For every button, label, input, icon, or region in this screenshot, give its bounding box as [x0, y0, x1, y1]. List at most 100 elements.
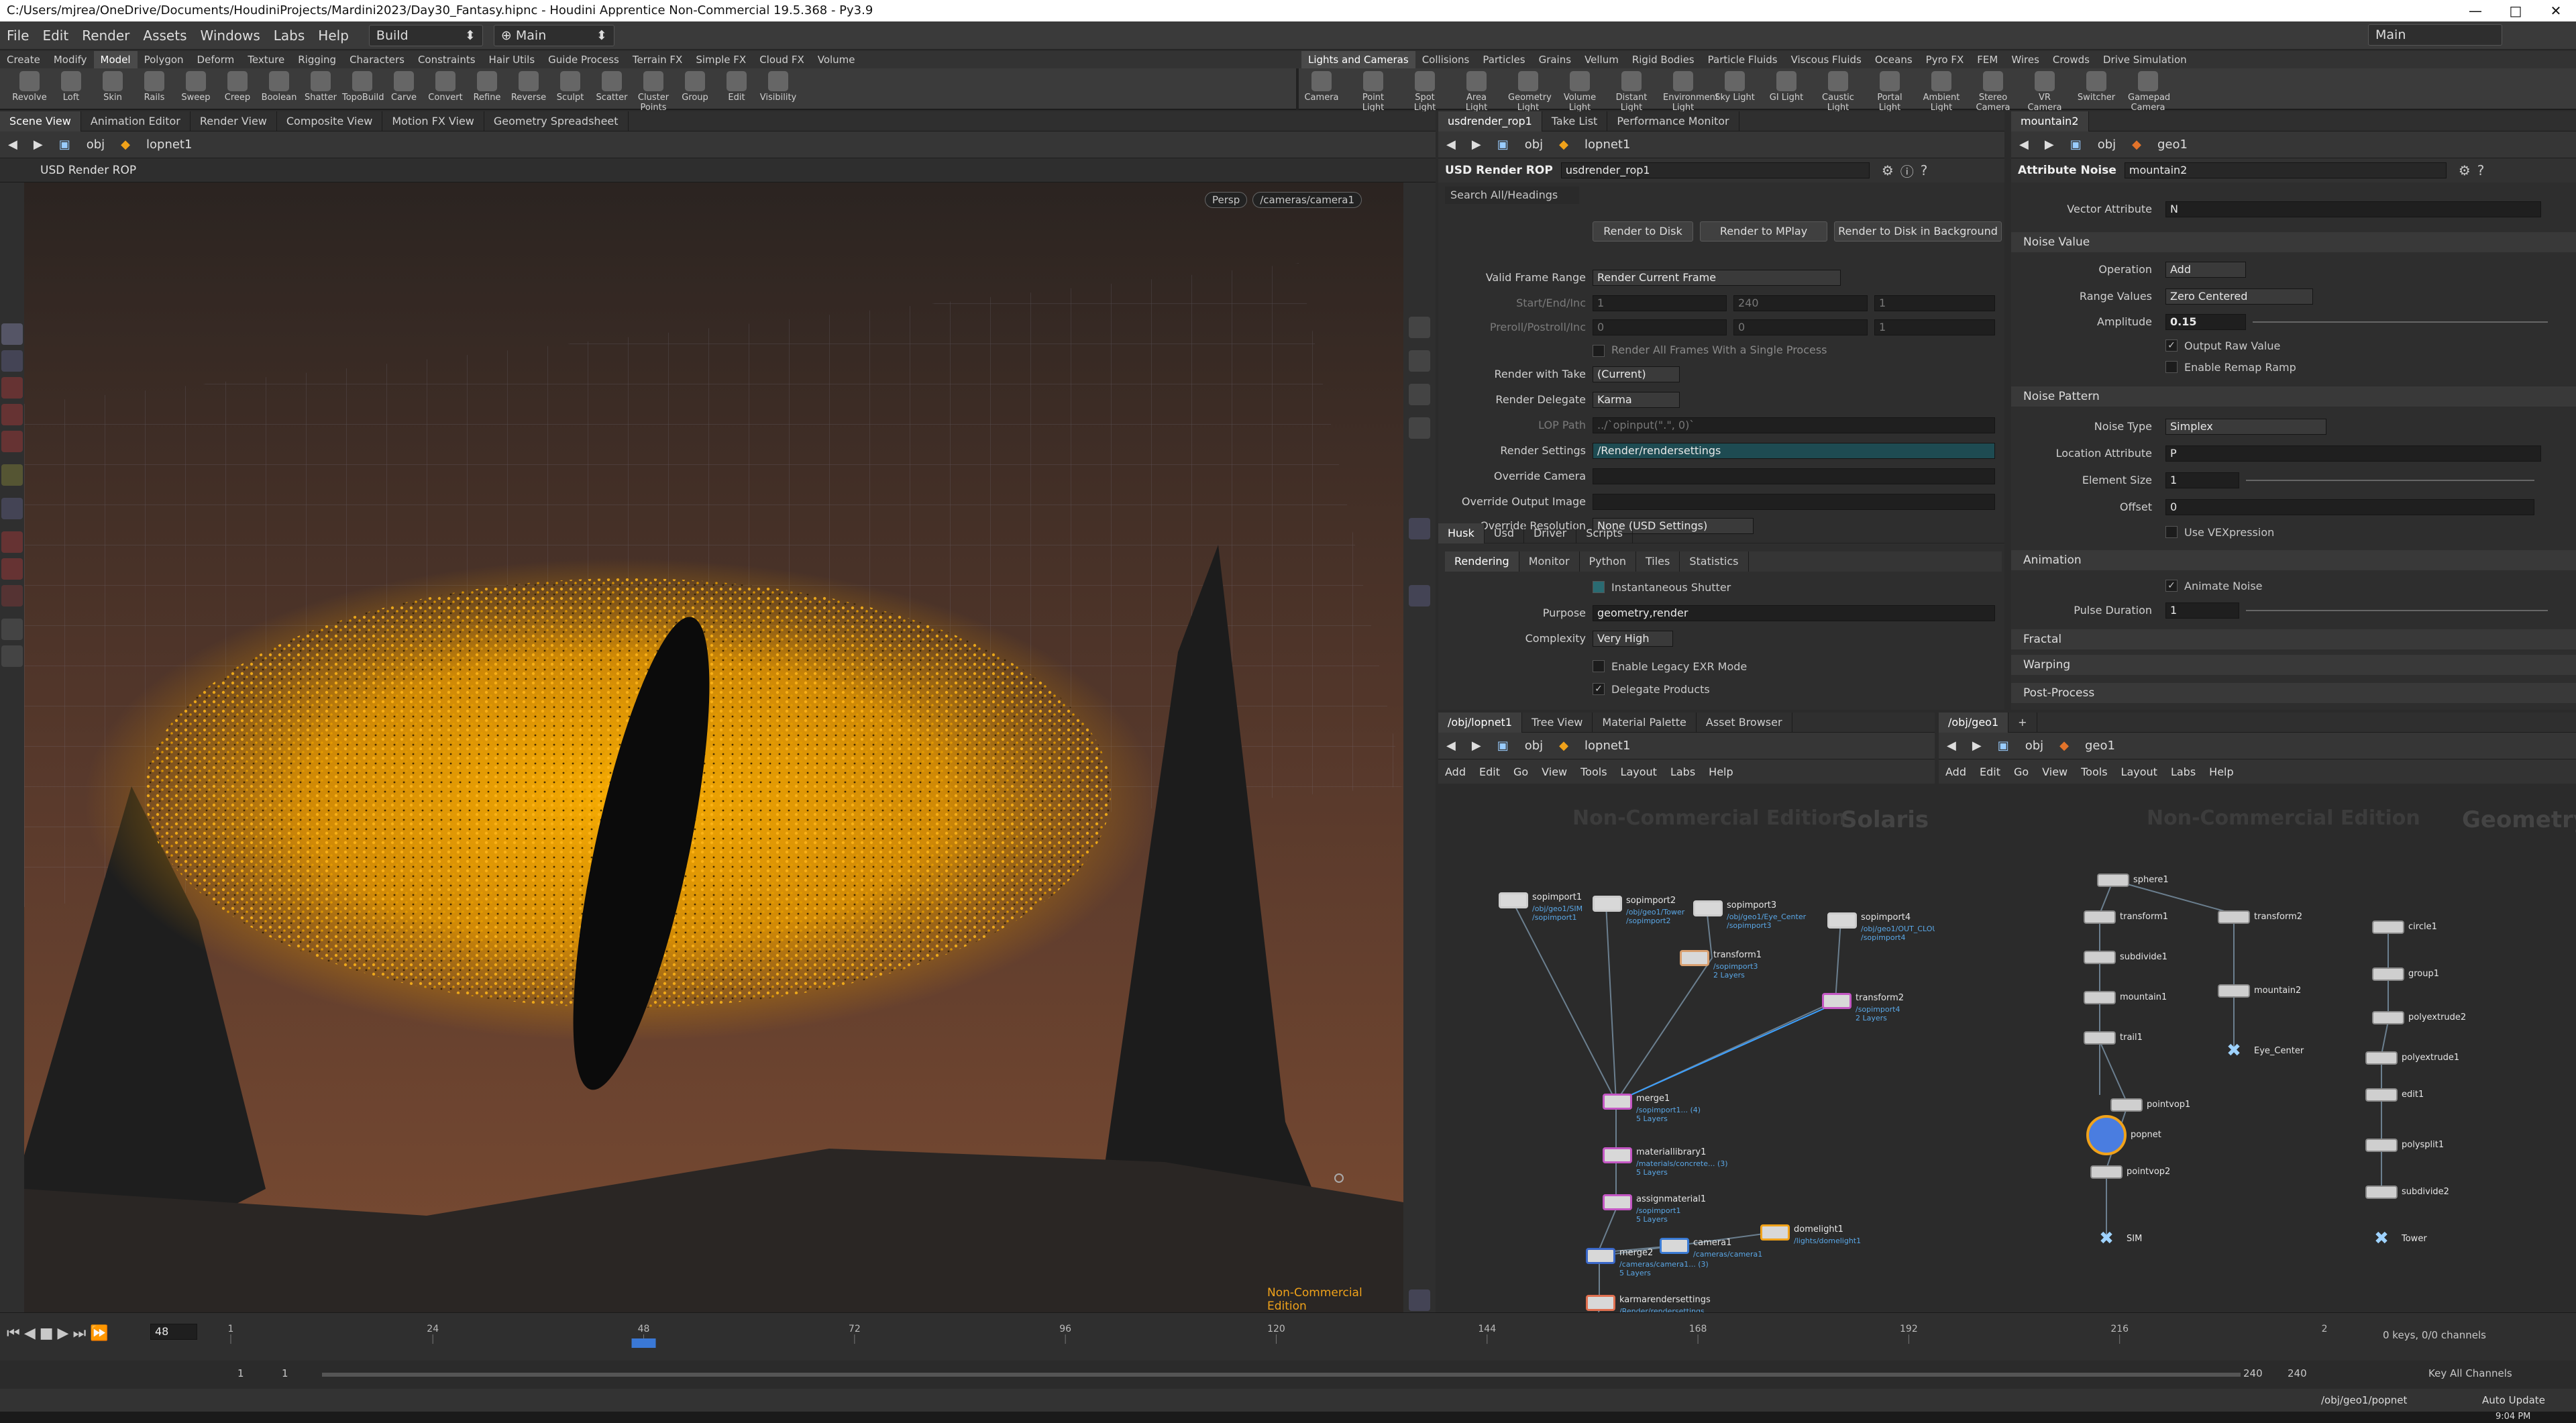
param-field-render-with-take[interactable]: (Current) [1593, 366, 1680, 382]
geo-node-pointvop1[interactable] [2110, 1098, 2143, 1112]
shelf-tab-vellum[interactable]: Vellum [1578, 51, 1625, 68]
shelf-tab-particles[interactable]: Particles [1476, 51, 1532, 68]
tab-render-view[interactable]: Render View [191, 111, 277, 131]
shelf-tab-oceans[interactable]: Oceans [1868, 51, 1919, 68]
snap-grid-icon[interactable] [1, 498, 23, 519]
vexpression-checkbox[interactable] [2165, 526, 2178, 538]
tab-animation-editor[interactable]: Animation Editor [81, 111, 191, 131]
menu-file[interactable]: File [0, 28, 36, 44]
path-root[interactable]: obj [2017, 739, 2051, 753]
shelf-tool-sky-light[interactable]: Sky Light [1715, 70, 1755, 103]
help-icon[interactable]: ? [2477, 162, 2485, 178]
shelf-tool-topobuild[interactable]: TopoBuild [342, 70, 384, 103]
section-noise-value[interactable]: Noise Value [2011, 232, 2576, 252]
subtab-rendering[interactable]: Rendering [1445, 551, 1519, 572]
amplitude-slider[interactable] [2253, 321, 2548, 323]
lop-node-transform1[interactable] [1680, 950, 1709, 966]
shelf-tab-terrain-fx[interactable]: Terrain FX [626, 51, 689, 68]
shelf-tool-creep[interactable]: Creep [217, 70, 258, 103]
shelf-tab-characters[interactable]: Characters [343, 51, 411, 68]
range-start-field[interactable]: 1 [237, 1367, 244, 1379]
geo-node-mountain2[interactable] [2218, 984, 2250, 998]
range-end-field[interactable]: 240 [2243, 1367, 2263, 1379]
shelf-tool-carve[interactable]: Carve [384, 70, 424, 103]
magnet-icon[interactable] [1, 585, 23, 607]
rotate-tool-icon[interactable] [1, 404, 23, 425]
shelf-tool-environment-light[interactable]: Environment Light [1663, 70, 1719, 113]
complexity-dropdown[interactable]: Very High [1593, 631, 1673, 647]
output-raw-checkbox[interactable]: ✓ [2165, 339, 2178, 352]
ghost-icon[interactable] [1409, 350, 1430, 372]
shelf-tool-sculpt[interactable]: Sculpt [550, 70, 590, 103]
tab-scene-view[interactable]: Scene View [0, 111, 81, 131]
tab-mountain2[interactable]: mountain2 [2011, 111, 2089, 131]
pulse-duration-field[interactable]: 1 [2165, 602, 2239, 619]
shelf-tool-vr-camera[interactable]: VR Camera [2025, 70, 2065, 113]
lop-node-camera1[interactable] [1660, 1238, 1689, 1254]
shelf-tool-group[interactable]: Group [675, 70, 715, 103]
shelf-tab-constraints[interactable]: Constraints [411, 51, 482, 68]
forward-arrow-icon[interactable]: ▶ [1464, 138, 1489, 152]
shelf-tool-portal-light[interactable]: Portal Light [1870, 70, 1910, 113]
render-to-mplay-button[interactable]: Render to MPlay [1700, 221, 1827, 242]
geo-node-trail1[interactable] [2084, 1031, 2116, 1045]
shelf-tab-pyro-fx[interactable]: Pyro FX [1919, 51, 1971, 68]
tab-tree-view[interactable]: Tree View [1522, 713, 1593, 733]
shelf-tab-hair-utils[interactable]: Hair Utils [482, 51, 542, 68]
snap-curve-icon[interactable] [1, 558, 23, 580]
tab-obj-geo1[interactable]: /obj/geo1 [1939, 713, 2009, 733]
shelf-tab-lights-and-cameras[interactable]: Lights and Cameras [1301, 51, 1415, 68]
shelf-tool-revolve[interactable]: Revolve [9, 70, 50, 103]
shelf-tool-gi-light[interactable]: GI Light [1766, 70, 1807, 103]
subtab-python[interactable]: Python [1580, 551, 1636, 572]
vector-attr-field[interactable]: N [2165, 201, 2541, 217]
menu-labs[interactable]: Labs [267, 28, 312, 44]
stats-icon[interactable] [1409, 518, 1430, 539]
shelf-tool-point-light[interactable]: Point Light [1353, 70, 1393, 113]
timeline-ruler[interactable]: 1 24 48 72 96 120 144 168 192 216 240 [228, 1320, 2339, 1353]
net-menu-go[interactable]: Go [2007, 766, 2035, 778]
path-node[interactable]: geo1 [2077, 739, 2123, 753]
forward-arrow-icon[interactable]: ▶ [1964, 739, 1990, 753]
net-menu-go[interactable]: Go [1507, 766, 1535, 778]
shelf-tool-scatter[interactable]: Scatter [592, 70, 632, 103]
shelf-tab-wires[interactable]: Wires [2004, 51, 2046, 68]
single-process-checkbox[interactable] [1593, 345, 1605, 357]
back-arrow-icon[interactable]: ◀ [1438, 739, 1464, 753]
step-back-icon[interactable]: ◀ [24, 1325, 36, 1342]
path-root[interactable]: obj [2090, 138, 2124, 152]
auto-update-button[interactable]: Auto Update [2482, 1394, 2545, 1406]
param-field-override-camera[interactable] [1593, 468, 1995, 484]
geo-node-subdivide1[interactable] [2084, 951, 2116, 964]
shading-icon[interactable] [1409, 417, 1430, 439]
current-frame-field[interactable]: 48 [150, 1324, 197, 1340]
param-field-lop-path[interactable]: ../`opinput(".", 0)` [1593, 417, 1995, 433]
geo-node-polyextrude1[interactable] [2365, 1051, 2398, 1065]
shelf-tool-visibility[interactable]: Visibility [758, 70, 798, 103]
lop-node-materiallibrary1[interactable] [1603, 1147, 1632, 1163]
shelf-tab-viscous-fluids[interactable]: Viscous Fluids [1784, 51, 1868, 68]
shelf-tab-collisions[interactable]: Collisions [1415, 51, 1477, 68]
perspective-dropdown[interactable]: Persp [1205, 192, 1248, 208]
net-menu-add[interactable]: Add [1438, 766, 1472, 778]
geo-node-group1[interactable] [2372, 967, 2404, 981]
lop-node-sopimport3[interactable] [1693, 900, 1723, 916]
net-menu-edit[interactable]: Edit [1973, 766, 2007, 778]
right-desktop-dropdown[interactable]: Main [2368, 24, 2502, 46]
shelf-tool-edit[interactable]: Edit [716, 70, 757, 103]
net-menu-view[interactable]: View [2035, 766, 2074, 778]
net-menu-tools[interactable]: Tools [2074, 766, 2114, 778]
context-dropdown[interactable]: ⊕ Main ⬍ [493, 24, 614, 46]
lop-node-merge1[interactable] [1603, 1094, 1632, 1110]
handle-tool-icon[interactable] [1, 377, 23, 399]
back-arrow-icon[interactable]: ◀ [1939, 739, 1964, 753]
question-icon[interactable]: ? [1921, 162, 1928, 178]
back-arrow-icon[interactable]: ◀ [1438, 138, 1464, 152]
lop-node-domelight1[interactable] [1760, 1224, 1790, 1241]
help-icon[interactable]: ⓘ [1900, 161, 1914, 180]
geo-node-pointvop2[interactable] [2090, 1165, 2123, 1179]
node-name-field[interactable]: usdrender_rop1 [1560, 162, 1870, 178]
geo-node-eye-center[interactable]: ✖ [2224, 1042, 2243, 1061]
lop-node-sopimport2[interactable] [1593, 896, 1622, 912]
shelf-tab-polygon[interactable]: Polygon [138, 51, 191, 68]
